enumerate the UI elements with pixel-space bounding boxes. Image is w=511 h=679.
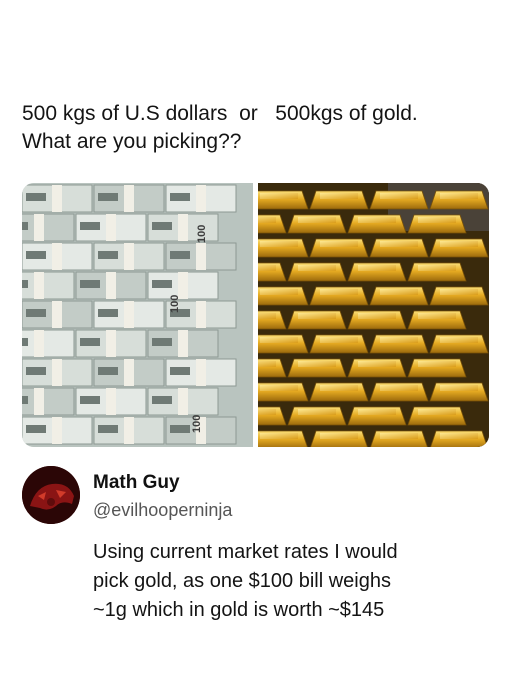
avatar-image-icon — [22, 466, 80, 524]
strap-label-2: 100 — [191, 415, 203, 433]
post-text-line-2: What are you picking?? — [22, 130, 242, 153]
post-text: 500 kgs of U.S dollars or 500kgs of gold… — [22, 100, 492, 156]
dollar-stacks-illustration: 100 100 100 — [22, 183, 253, 447]
post-images[interactable]: 100 100 100 — [22, 183, 489, 447]
reply-text-line-1: Using current market rates I would — [93, 541, 398, 563]
reply-text-line-2: pick gold, as one $100 bill weighs — [93, 570, 391, 592]
reply-text-line-3: ~1g which in gold is worth ~$145 — [93, 599, 385, 621]
reply-text: Using current market rates I would pick … — [93, 538, 493, 625]
strap-label-1: 100 — [169, 295, 181, 313]
reply-author-name[interactable]: Math Guy — [93, 472, 180, 494]
reply: Math Guy @evilhooperninja Using current … — [22, 466, 492, 636]
gold-bars-image[interactable] — [258, 183, 489, 447]
avatar[interactable] — [22, 466, 80, 524]
dollar-stacks-image[interactable]: 100 100 100 — [22, 183, 253, 447]
gold-bars-illustration — [258, 183, 489, 447]
post-text-line-1: 500 kgs of U.S dollars or 500kgs of gold… — [22, 102, 418, 125]
reply-author-handle[interactable]: @evilhooperninja — [93, 500, 232, 521]
strap-label-3: 100 — [196, 225, 208, 243]
